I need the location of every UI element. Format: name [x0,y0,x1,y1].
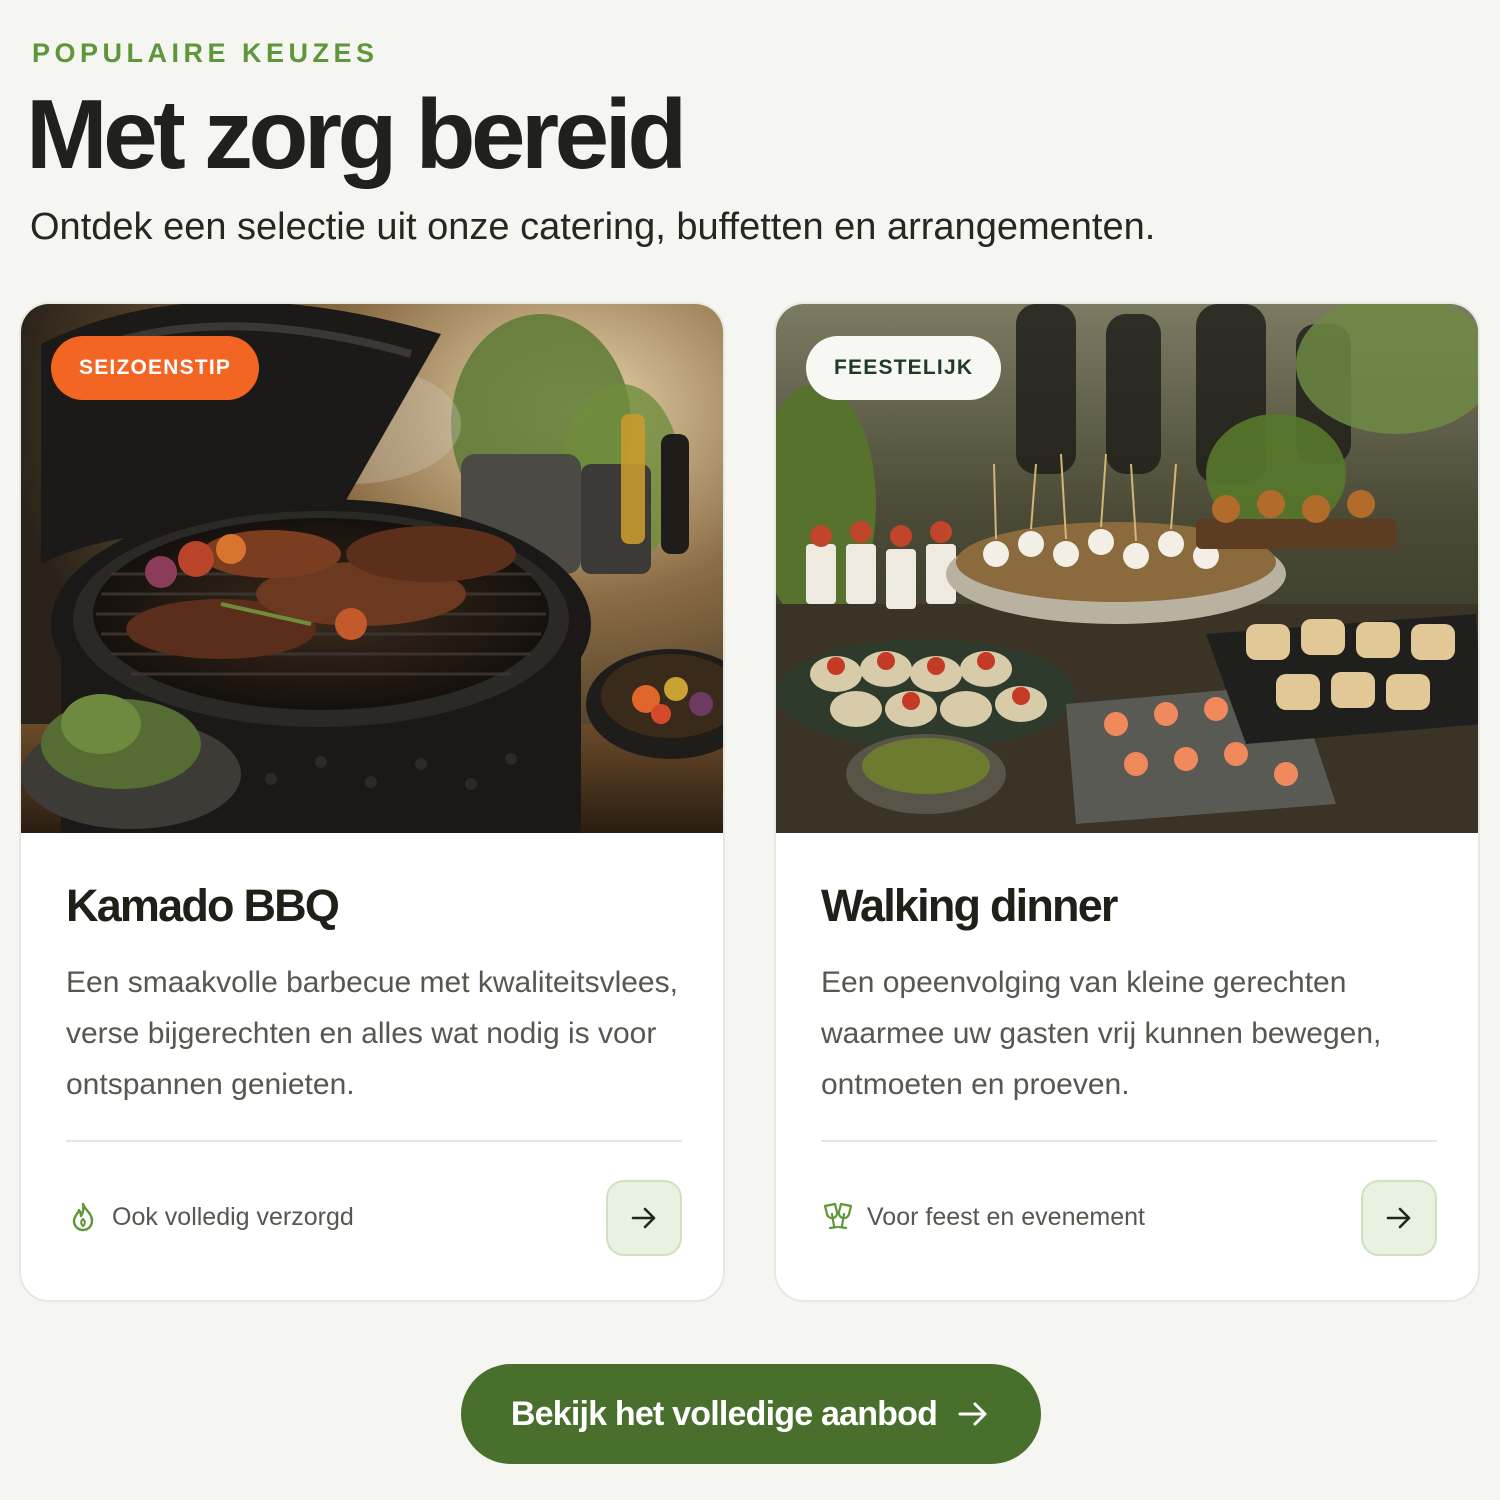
card-feature: Ook volledig verzorgd [66,1197,354,1237]
view-full-offer-label: Bekijk het volledige aanbod [510,1394,938,1433]
view-full-offer-button[interactable]: Bekijk het volledige aanbod [461,1364,1041,1464]
section-subtitle: Ontdek een selectie uit onze catering, b… [30,206,1156,248]
card-description: Een smaakvolle barbecue met kwaliteitsvl… [66,966,678,1101]
walking-dinner-buffet-photo: FEESTELIJK [776,304,1478,833]
card-feature-label: Voor feest en evenement [867,1202,1145,1231]
page: POPULAIRE KEUZES Met zorg bereid Ontdek … [0,0,1500,1500]
card-feature: Voor feest en evenement [821,1197,1145,1237]
offer-card-walking-dinner[interactable]: FEESTELIJK Walking dinner Een opeenvolgi… [774,302,1480,1302]
toast-glasses-icon [821,1200,855,1234]
offer-card-kamado-bbq[interactable]: SEIZOENSTIP Kamado BBQ Een smaakvolle ba… [19,302,725,1302]
card-divider [821,1140,1437,1142]
arrow-right-icon [1386,1207,1411,1229]
kamado-grill-photo: SEIZOENSTIP [21,304,723,833]
card-arrow-button[interactable] [606,1180,682,1256]
card-title: Kamado BBQ [66,880,340,931]
badge-seizoenstip: SEIZOENSTIP [51,336,260,400]
card-description: Een opeenvolging van kleine gerechten wa… [821,966,1382,1101]
card-arrow-button[interactable] [1361,1180,1437,1256]
card-title: Walking dinner [821,880,1118,931]
section-title: Met zorg bereid [26,79,687,189]
flame-icon [66,1200,100,1234]
badge-feestelijk: FEESTELIJK [806,336,1002,400]
section-eyebrow: POPULAIRE KEUZES [32,38,379,68]
arrow-right-icon [631,1207,656,1229]
card-divider [66,1140,682,1142]
card-feature-label: Ook volledig verzorgd [112,1202,354,1231]
arrow-right-icon [958,1402,987,1426]
